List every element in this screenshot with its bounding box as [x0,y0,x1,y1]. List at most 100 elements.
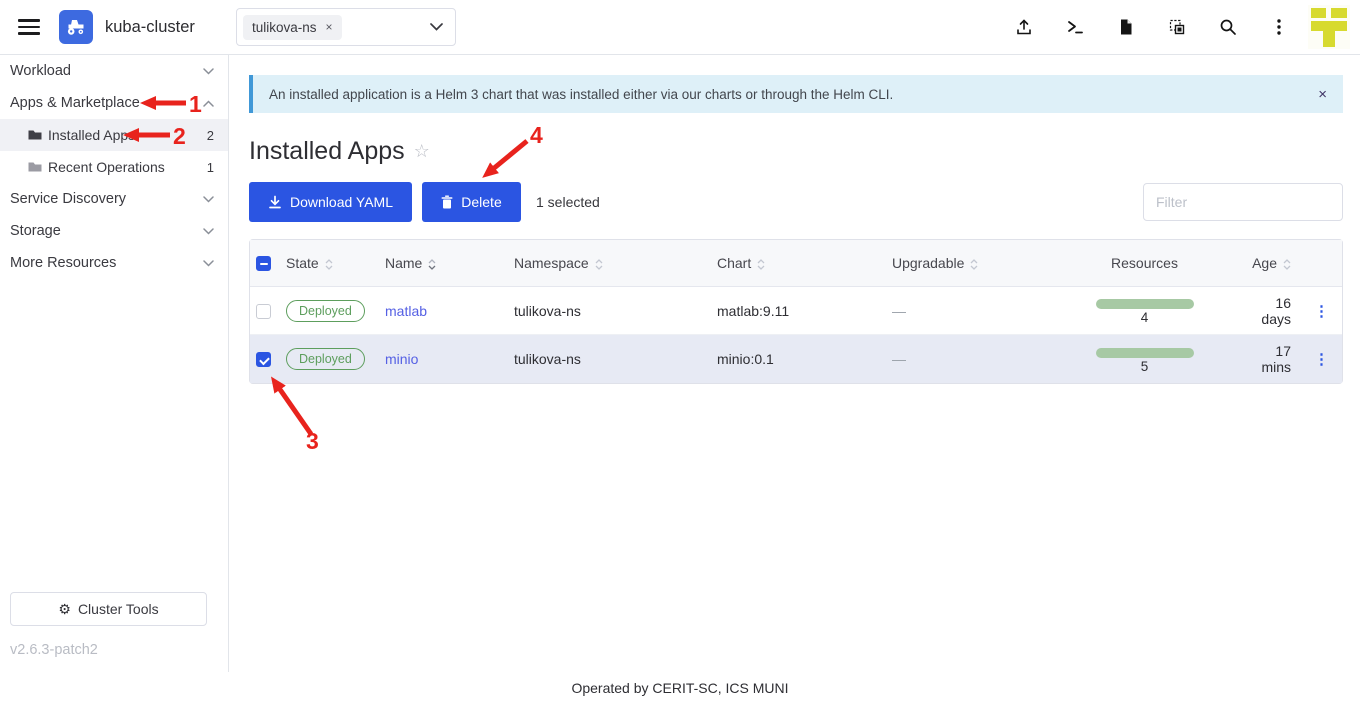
upgradable-cell: — [892,351,906,367]
chevron-down-icon [203,196,214,203]
download-yaml-button[interactable]: Download YAML [249,182,412,222]
delete-button[interactable]: Delete [422,182,521,222]
resources-bar [1096,348,1194,358]
sidebar-item-apps-marketplace[interactable]: Apps & Marketplace [0,87,228,119]
footer: Operated by CERIT-SC, ICS MUNI [0,672,1360,704]
sort-icon [1283,259,1291,270]
chevron-up-icon [203,100,214,107]
sidebar-item-count: 2 [207,128,214,143]
table-row-minio: Deployed minio tulikova-ns minio:0.1 — 5… [250,335,1342,383]
chart-cell: matlab:9.11 [707,287,882,335]
sort-icon [757,259,765,270]
kubectl-shell-icon[interactable] [1066,18,1084,36]
status-badge: Deployed [286,300,365,322]
sidebar-item-label: Recent Operations [48,159,165,175]
search-icon[interactable] [1219,18,1237,36]
sidebar-item-service-discovery[interactable]: Service Discovery [0,183,228,215]
filter-input[interactable] [1143,183,1343,221]
toolbar: Download YAML Delete 1 selected [249,182,1343,222]
app-name-link[interactable]: minio [385,351,418,367]
column-header-resources: Resources [1057,240,1232,287]
trash-icon [441,195,453,209]
chevron-down-icon [203,68,214,75]
version-label: v2.6.3-patch2 [10,642,98,658]
status-badge: Deployed [286,348,365,370]
sidebar-item-label: More Resources [10,255,116,271]
sidebar-item-recent-operations[interactable]: Recent Operations 1 [0,151,228,183]
sidebar: Workload Apps & Marketplace Installed Ap… [0,55,229,672]
sidebar-item-label: Storage [10,223,61,239]
sidebar-item-label: Service Discovery [10,191,126,207]
upgradable-cell: — [892,303,906,319]
download-icon [268,195,282,209]
sidebar-item-label: Installed Apps [48,127,135,143]
rancher-logo-icon[interactable] [59,10,93,44]
gear-icon: ⚙ [58,601,71,618]
hamburger-menu-icon[interactable] [18,15,40,39]
column-header-name[interactable]: Name [375,240,504,287]
age-cell: 16 days [1232,287,1301,335]
app-name-link[interactable]: matlab [385,303,427,319]
folder-icon [28,161,42,173]
selected-count: 1 selected [536,194,600,210]
row-checkbox[interactable] [256,352,271,367]
cluster-tools-label: Cluster Tools [78,601,159,617]
row-kebab-menu-icon[interactable]: ⋮ [1314,351,1329,368]
main-content: An installed application is a Helm 3 cha… [229,55,1360,672]
top-bar: kuba-cluster tulikova-ns × [0,0,1360,55]
resources-count: 5 [1141,359,1149,374]
info-banner-text: An installed application is a Helm 3 cha… [269,87,893,102]
muni-brand-logo[interactable] [1308,5,1350,49]
upload-icon[interactable] [1015,18,1033,36]
download-yaml-label: Download YAML [290,194,393,210]
sidebar-nav: Workload Apps & Marketplace Installed Ap… [0,55,228,279]
chevron-down-icon [430,23,443,31]
sidebar-item-storage[interactable]: Storage [0,215,228,247]
sort-icon [428,259,436,270]
top-action-icons [1015,18,1288,36]
kebab-menu-icon[interactable] [1270,18,1288,36]
namespace-filter-select[interactable]: tulikova-ns × [236,8,456,46]
column-header-upgradable[interactable]: Upgradable [882,240,1057,287]
column-header-age[interactable]: Age [1232,240,1301,287]
chart-cell: minio:0.1 [707,335,882,383]
age-cell: 17 mins [1232,335,1301,383]
info-banner: An installed application is a Helm 3 cha… [249,75,1343,113]
page-title: Installed Apps [249,137,405,166]
namespace-cell: tulikova-ns [504,335,707,383]
column-header-namespace[interactable]: Namespace [504,240,707,287]
banner-close-icon[interactable]: × [1318,87,1327,102]
sort-icon [595,259,603,270]
row-checkbox[interactable] [256,304,271,319]
sidebar-item-installed-apps[interactable]: Installed Apps 2 [0,119,228,151]
footer-text: Operated by CERIT-SC, ICS MUNI [571,680,788,696]
table-header-row: State Name Namespace Chart Upgradable Re… [250,240,1342,287]
namespace-chip-remove-icon[interactable]: × [326,21,333,33]
namespace-cell: tulikova-ns [504,287,707,335]
favorite-star-icon[interactable]: ☆ [414,141,430,162]
sidebar-item-more-resources[interactable]: More Resources [0,247,228,279]
table-row-matlab: Deployed matlab tulikova-ns matlab:9.11 … [250,287,1342,335]
namespace-chip-label: tulikova-ns [252,20,317,35]
sidebar-item-label: Workload [10,63,71,79]
select-all-checkbox[interactable] [256,256,271,271]
namespace-chip[interactable]: tulikova-ns × [243,15,342,40]
sort-icon [970,259,978,270]
sidebar-item-label: Apps & Marketplace [10,95,140,111]
file-icon[interactable] [1117,18,1135,36]
cluster-tools-button[interactable]: ⚙ Cluster Tools [10,592,207,626]
column-header-state[interactable]: State [276,240,375,287]
row-kebab-menu-icon[interactable]: ⋮ [1314,303,1329,320]
delete-label: Delete [461,194,501,210]
resources-count: 4 [1141,310,1149,325]
copy-icon[interactable] [1168,18,1186,36]
sidebar-item-workload[interactable]: Workload [0,55,228,87]
sort-icon [325,259,333,270]
installed-apps-table: State Name Namespace Chart Upgradable Re… [249,239,1343,384]
cluster-name: kuba-cluster [105,18,195,37]
chevron-down-icon [203,260,214,267]
sidebar-item-count: 1 [207,160,214,175]
folder-icon [28,129,42,141]
resources-bar [1096,299,1194,309]
column-header-chart[interactable]: Chart [707,240,882,287]
